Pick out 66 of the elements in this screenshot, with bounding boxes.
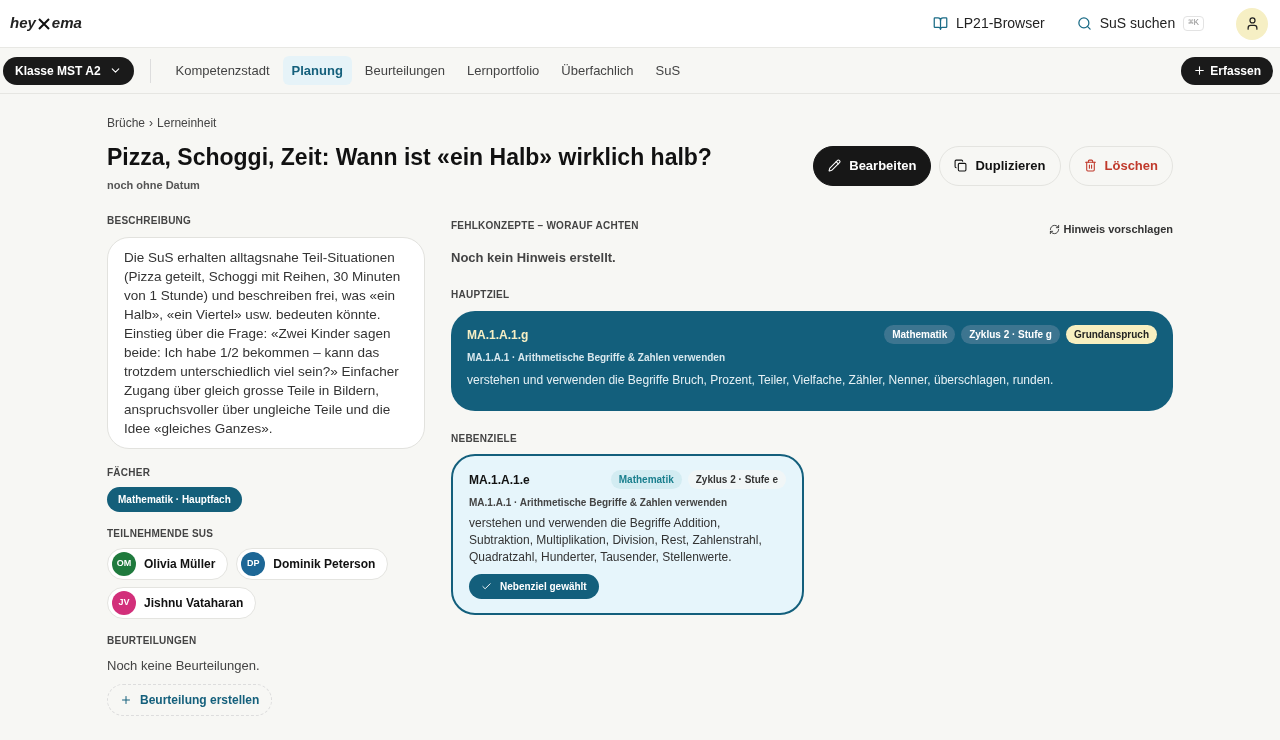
description-text: Die SuS erhalten alltagsnahe Teil-Situationen (Pizza geteilt, Schoggi mit Reihen, 30 Minuten von 1 Stunde) und beschreiben frei, was «ein Halb», «ein Viertel» usw. bedeuten könnte. Einstieg über die Frage: «Zwei Kinder sagen beide: Ich habe 1/2 bekommen – kann das trotzdem unterschiedlich viel sein?» Einfacher Zugang über gleich grosse Teile in Bildern, anspruchsvoller über ungleiche Teile und die Idee «gleiches Ganzes».	[107, 237, 425, 449]
class-selector[interactable]: Klasse MST A2	[3, 56, 134, 85]
breadcrumb-link[interactable]: Lerneinheit	[157, 114, 217, 132]
suggest-hint-button[interactable]: Hinweis vorschlagen	[1048, 221, 1173, 238]
goal-description: verstehen und verwenden die Begriffe Bruch, Prozent, Teiler, Vielfache, Zähler, Nenner, überschlagen, runden.	[467, 372, 1055, 389]
avatar-initials: OM	[112, 552, 136, 576]
page-title: Pizza, Schoggi, Zeit: Wann ist «ein Halb» wirklich halb?	[107, 143, 712, 172]
nav-tab[interactable]: SuS	[646, 55, 690, 86]
nav-tab[interactable]: Lernportfolio	[458, 55, 549, 86]
section-heading: FÄCHER	[107, 465, 152, 480]
empty-state-text: Noch kein Hinweis erstellt.	[451, 248, 617, 267]
nav-tab[interactable]: Beurteilungen	[355, 55, 455, 86]
selected-goal-button[interactable]: Nebenziel gewählt	[469, 574, 599, 599]
copy-icon	[954, 159, 968, 173]
create-button[interactable]: Erfassen	[1181, 56, 1273, 85]
logo-icon	[37, 17, 50, 30]
section-heading: BESCHREIBUNG	[107, 214, 193, 228]
nav-tab[interactable]: Kompetenzstadt	[166, 55, 279, 86]
avatar-initials: DP	[241, 552, 266, 576]
empty-state-text: Noch keine Beurteilungen.	[107, 657, 261, 675]
search-icon	[1076, 16, 1092, 31]
logo-text: hey	[10, 13, 36, 34]
competence-title: MA.1.A.1 · Arithmetische Begriffe & Zahlen verwenden	[467, 351, 727, 365]
action-button[interactable]: Bearbeiten	[813, 146, 932, 186]
section-heading: BEURTEILUNGEN	[107, 634, 198, 648]
tag: Zyklus 2 · Stufe e	[687, 470, 786, 489]
student-name: Jishnu Vataharan	[144, 595, 244, 612]
tag: Zyklus 2 · Stufe g	[961, 325, 1060, 344]
goal-code: MA.1.A.1.e	[469, 471, 530, 489]
tag: Mathematik	[884, 325, 956, 344]
student-chip[interactable]: DP Dominik Peterson	[236, 548, 389, 580]
competence-title: MA.1.A.1 · Arithmetische Begriffe & Zahlen verwenden	[469, 496, 729, 510]
plus-icon	[120, 693, 132, 706]
section-heading: FEHLKONZEPTE – WORAUF ACHTEN	[451, 218, 639, 233]
section-heading: HAUPTZIEL	[451, 288, 511, 302]
nav-tab[interactable]: Planung	[282, 55, 352, 86]
tag: Mathematik	[610, 470, 682, 489]
student-name: Dominik Peterson	[273, 556, 376, 573]
breadcrumb-separator: ›	[149, 115, 154, 132]
nav-tab[interactable]: Überfachlich	[552, 55, 643, 86]
header-link[interactable]: SuS suchen	[1076, 13, 1176, 34]
logo-text: ema	[51, 13, 82, 34]
tag: Grundanspruch	[1066, 325, 1157, 344]
goal-code: MA.1.A.1.g	[467, 326, 529, 344]
avatar-initials: JV	[112, 591, 136, 615]
user-avatar[interactable]	[1236, 7, 1268, 40]
book-icon	[932, 16, 948, 31]
goal-description: verstehen und verwenden die Begriffe Addition, Subtraktion, Multiplikation, Division, Rest, Zahlenstrahl, Quadratzahl, Hunderter, Tausender, Stellenwerte.	[469, 515, 763, 566]
pencil-icon	[828, 159, 842, 173]
secondary-goal-card[interactable]	[451, 454, 804, 615]
check-icon	[481, 581, 492, 592]
action-button[interactable]: Löschen	[1068, 146, 1173, 186]
shortcut-key: ⌘K	[1183, 15, 1204, 32]
action-button[interactable]: Duplizieren	[939, 146, 1061, 186]
plus-icon	[1193, 64, 1207, 77]
student-name: Olivia Müller	[144, 556, 216, 573]
section-heading: TEILNEHMENDE SUS	[107, 527, 215, 541]
header-link[interactable]: LP21-Browser	[932, 13, 1045, 34]
section-heading: NEBENZIELE	[451, 432, 518, 446]
refresh-icon	[1048, 223, 1060, 235]
student-chip[interactable]: OM Olivia Müller	[107, 548, 229, 580]
subject-chip: Mathematik · Hauptfach	[107, 487, 242, 512]
student-chip[interactable]: JV Jishnu Vataharan	[107, 587, 257, 619]
date-text: noch ohne Datum	[107, 177, 201, 193]
trash-icon	[1083, 159, 1097, 173]
breadcrumb-link[interactable]: Brüche	[107, 114, 146, 132]
